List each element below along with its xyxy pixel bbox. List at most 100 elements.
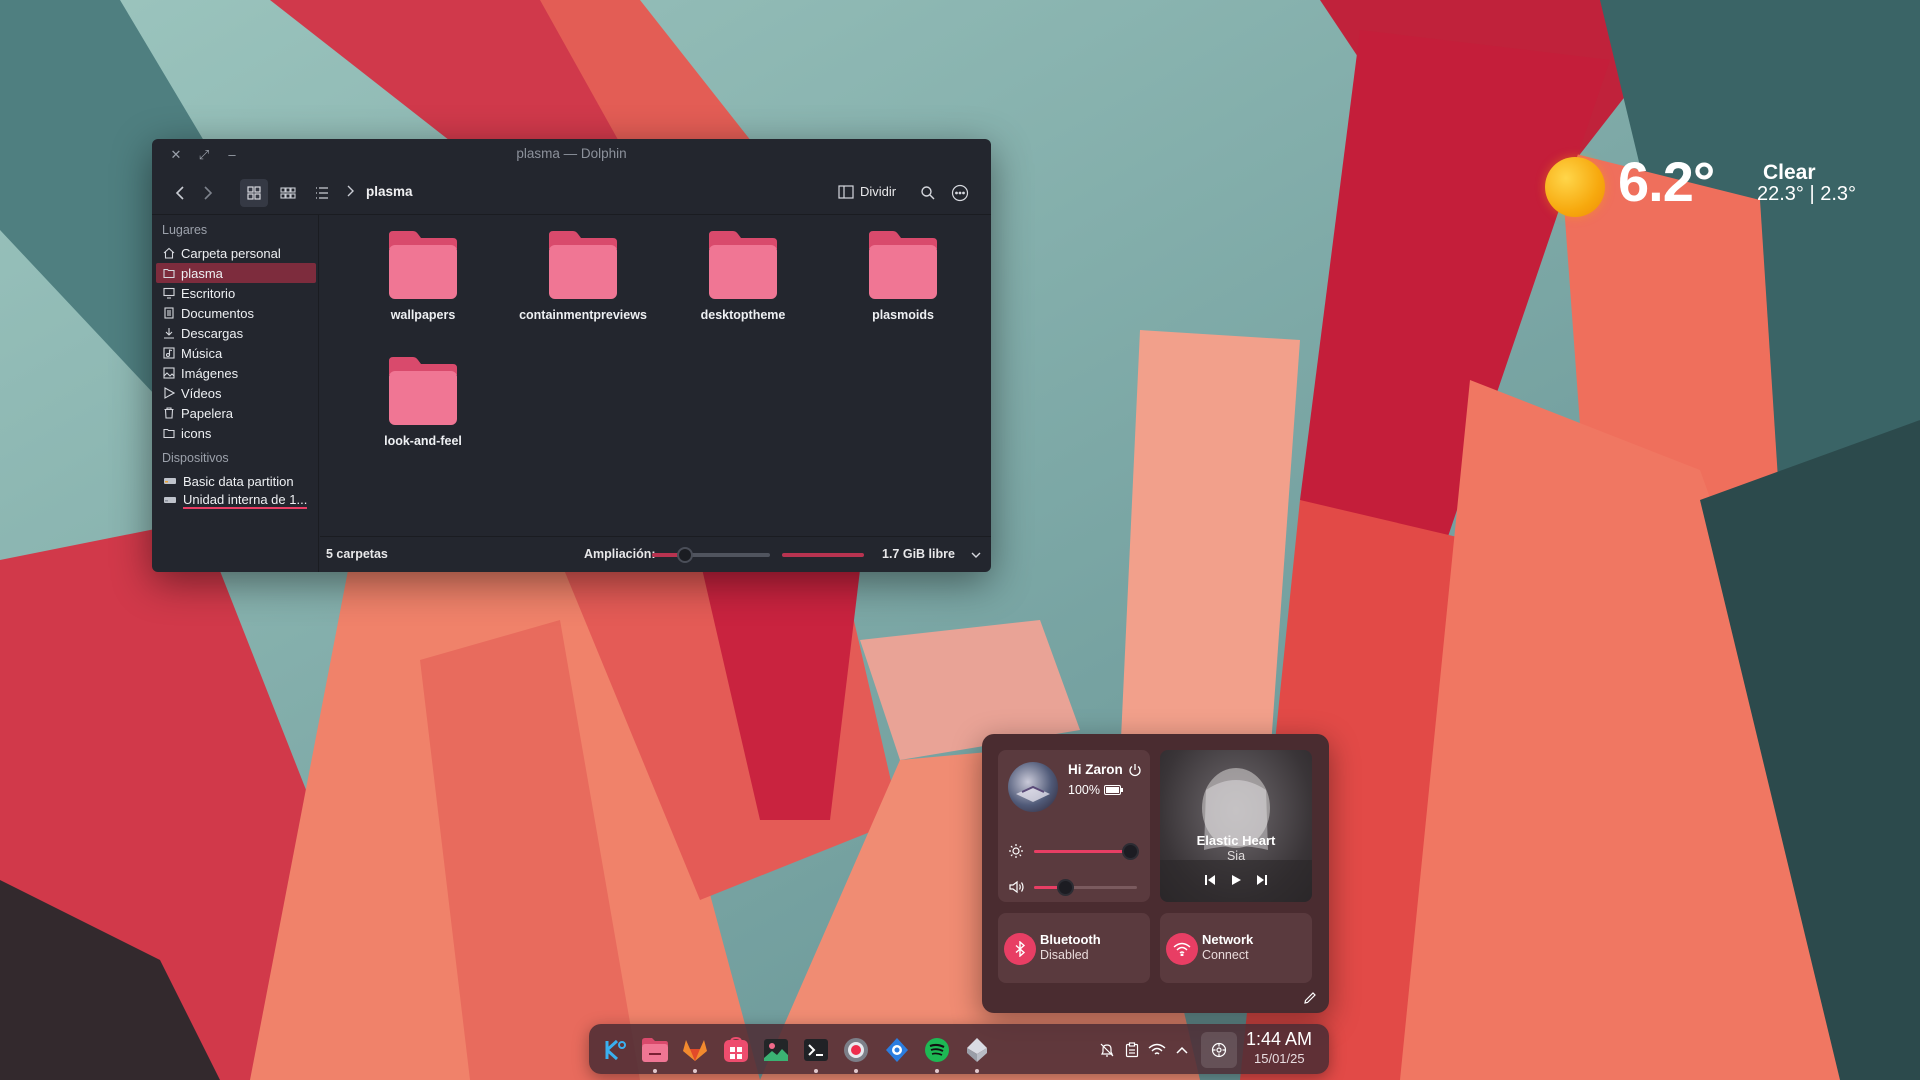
sidebar-item-trash[interactable]: Papelera xyxy=(156,403,316,423)
screen-recorder-icon[interactable] xyxy=(840,1034,872,1073)
terminal-icon[interactable] xyxy=(800,1034,832,1073)
vpn-icon[interactable] xyxy=(961,1034,993,1073)
previous-track-button[interactable] xyxy=(1200,871,1220,889)
folder-label: desktoptheme xyxy=(700,308,786,322)
photos-icon[interactable] xyxy=(760,1034,792,1066)
chevron-down-icon[interactable] xyxy=(970,550,982,560)
volume-slider[interactable] xyxy=(1008,877,1138,897)
sidebar-item-internal-drive[interactable]: Unidad interna de 1... xyxy=(156,490,316,510)
download-icon xyxy=(164,328,174,339)
volume-handle[interactable] xyxy=(1056,879,1074,896)
sidebar-item-downloads[interactable]: Descargas xyxy=(156,323,316,343)
sun-icon xyxy=(1545,157,1605,217)
sidebar-item-desktop[interactable]: Escritorio xyxy=(156,283,316,303)
zoom-label: Ampliación: xyxy=(584,547,656,561)
icons-view-button[interactable] xyxy=(240,179,268,207)
track-title: Elastic Heart xyxy=(1196,833,1276,848)
brightness-slider[interactable] xyxy=(1008,841,1139,861)
image-icon xyxy=(163,367,175,379)
sidebar-item-label: Carpeta personal xyxy=(181,245,281,261)
skip-back-icon xyxy=(1205,875,1215,885)
settings-tray-button[interactable] xyxy=(1201,1032,1237,1068)
bluetooth-status: Disabled xyxy=(1040,948,1089,962)
split-icon xyxy=(838,184,854,199)
folder-icon xyxy=(163,268,175,279)
search-icon xyxy=(921,186,935,200)
folder-icon xyxy=(389,357,457,425)
zoom-slider[interactable] xyxy=(652,547,770,563)
zoom-slider-handle[interactable] xyxy=(677,547,694,563)
devices-header: Dispositivos xyxy=(162,451,229,465)
clipboard-icon[interactable] xyxy=(1123,1041,1141,1059)
weather-condition: Clear xyxy=(1763,161,1816,184)
edit-icon[interactable] xyxy=(1303,991,1317,1005)
running-indicator xyxy=(814,1069,818,1073)
battery-status: 100% xyxy=(1068,783,1124,797)
folder-label: containmentpreviews xyxy=(519,308,647,322)
free-space-bar xyxy=(782,553,864,557)
details-view-button[interactable] xyxy=(308,179,336,207)
running-indicator xyxy=(854,1069,858,1073)
sidebar-item-documents[interactable]: Documentos xyxy=(156,303,316,323)
sidebar-item-basic-data-partition[interactable]: Basic data partition xyxy=(156,471,316,491)
folder-icon xyxy=(869,231,937,299)
sidebar-item-icons[interactable]: icons xyxy=(156,423,316,443)
folder-icon xyxy=(549,231,617,299)
power-icon[interactable] xyxy=(1128,763,1142,777)
folder-label: plasmoids xyxy=(872,308,934,322)
desktop-icon xyxy=(163,287,175,299)
weather-range: 22.3° | 2.3° xyxy=(1757,183,1857,205)
next-track-button[interactable] xyxy=(1252,871,1272,889)
notifications-icon[interactable] xyxy=(1098,1041,1116,1059)
split-button[interactable]: Dividir xyxy=(838,184,896,199)
title-bar: ✕ ⤢ – plasma — Dolphin xyxy=(152,139,991,171)
sidebar-item-label: Documentos xyxy=(181,305,254,321)
plasma-connect-icon[interactable] xyxy=(881,1034,913,1066)
weather-temperature: 6.2° xyxy=(1618,150,1715,213)
files-icon[interactable] xyxy=(639,1034,671,1073)
dock: 1:44 AM 15/01/25 xyxy=(589,1024,1329,1074)
folder-containmentpreviews[interactable]: containmentpreviews xyxy=(518,229,648,323)
running-indicator xyxy=(935,1069,939,1073)
sidebar-item-music[interactable]: Música xyxy=(156,343,316,363)
spotify-icon[interactable] xyxy=(921,1034,953,1073)
clock-date[interactable]: 15/01/25 xyxy=(1254,1051,1305,1066)
sidebar-item-images[interactable]: Imágenes xyxy=(156,363,316,383)
menu-button[interactable] xyxy=(946,179,974,207)
sidebar-item-videos[interactable]: Vídeos xyxy=(156,383,316,403)
brightness-handle[interactable] xyxy=(1121,843,1139,860)
breadcrumb[interactable]: plasma xyxy=(366,184,413,199)
battery-icon xyxy=(1103,785,1123,795)
play-button[interactable] xyxy=(1226,871,1246,889)
folder-plasmoids[interactable]: plasmoids xyxy=(838,229,968,323)
bluetooth-label: Bluetooth xyxy=(1040,932,1101,947)
drive-icon xyxy=(164,478,176,484)
gitlab-icon[interactable] xyxy=(679,1034,711,1073)
folder-look-and-feel[interactable]: look-and-feel xyxy=(358,355,488,449)
sidebar-item-label: icons xyxy=(181,425,212,441)
running-indicator xyxy=(693,1069,697,1073)
compact-view-button[interactable] xyxy=(274,179,302,207)
sidebar-item-label: Basic data partition xyxy=(183,473,294,489)
bluetooth-toggle[interactable]: Bluetooth Disabled xyxy=(998,913,1150,983)
sidebar-item-home[interactable]: Carpeta personal xyxy=(156,243,316,263)
network-label: Network xyxy=(1202,932,1254,947)
folder-desktoptheme[interactable]: desktoptheme xyxy=(678,229,808,323)
places-header: Lugares xyxy=(162,223,208,237)
wifi-tray-icon[interactable] xyxy=(1148,1041,1166,1059)
store-icon[interactable] xyxy=(720,1034,752,1066)
avatar[interactable] xyxy=(1008,762,1058,812)
folder-count: 5 carpetas xyxy=(326,547,388,561)
chevron-up-icon[interactable] xyxy=(1173,1041,1191,1059)
folder-wallpapers[interactable]: wallpapers xyxy=(358,229,488,323)
clock-time[interactable]: 1:44 AM xyxy=(1246,1029,1312,1050)
forward-button[interactable] xyxy=(194,179,222,207)
kde-launcher-icon[interactable] xyxy=(599,1034,631,1066)
network-toggle[interactable]: Network Connect xyxy=(1160,913,1312,983)
sidebar-item-label: Imágenes xyxy=(181,365,239,381)
back-button[interactable] xyxy=(166,179,194,207)
home-icon xyxy=(163,247,175,259)
sidebar-item-plasma[interactable]: plasma xyxy=(156,263,316,283)
free-space-label[interactable]: 1.7 GiB libre xyxy=(882,547,955,561)
search-button[interactable] xyxy=(914,179,942,207)
